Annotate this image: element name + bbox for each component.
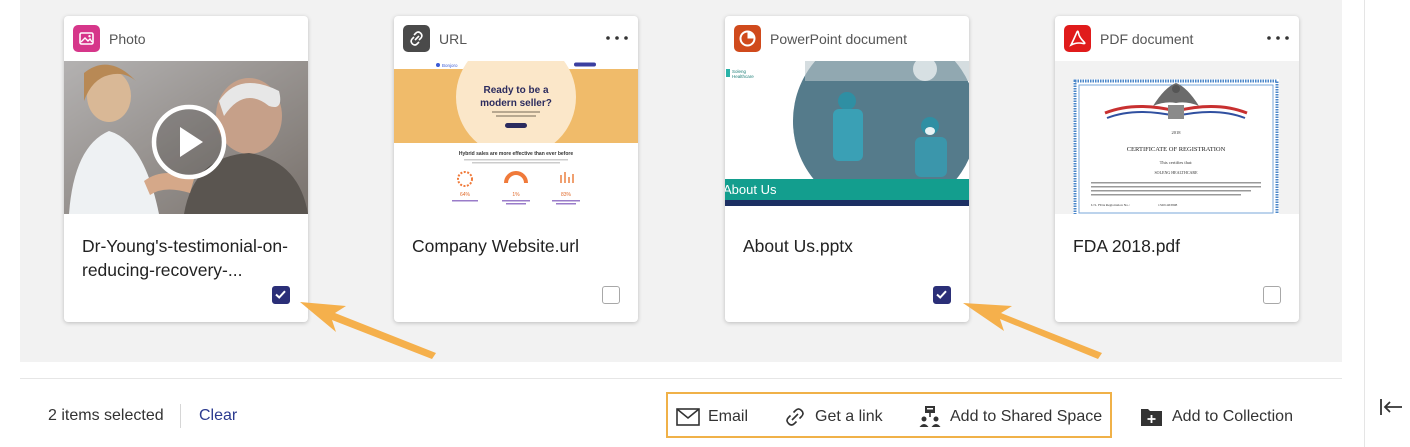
pptx-banner: About Us [725,182,777,197]
get-link-label: Get a link [815,408,883,425]
clear-selection-link[interactable]: Clear [199,407,237,425]
divider [180,404,181,428]
card-header: PDF document [1055,16,1299,61]
site-stat: 1% [512,192,520,198]
email-button[interactable]: Email [676,404,748,430]
image-icon [73,25,100,52]
site-logo: Bonjoro [442,63,458,68]
site-stat: 83% [561,192,572,198]
card-powerpoint[interactable]: PowerPoint document Soleng Healthcare Ab… [725,16,969,322]
card-type-label: PowerPoint document [770,31,907,47]
card-title[interactable]: About Us.pptx [743,234,955,258]
card-title[interactable]: FDA 2018.pdf [1073,234,1285,258]
card-checkbox[interactable] [933,286,951,304]
checkmark-icon [275,290,286,299]
card-url[interactable]: URL Bonjoro Ready to be a modern seller? [394,16,638,322]
email-label: Email [708,408,749,425]
card-checkbox[interactable] [602,286,620,304]
collapse-panel-icon[interactable] [1378,396,1404,418]
card-title[interactable]: Company Website.url [412,234,624,258]
pdf-thumbnail[interactable]: 2018 CERTIFICATE OF REGISTRATION This ce… [1055,61,1299,214]
card-pdf[interactable]: PDF document 2018 CERTIFICATE OF REGISTR… [1055,16,1299,322]
pdf-year: 2018 [1172,130,1182,135]
card-header: URL [394,16,638,61]
website-thumbnail[interactable]: Bonjoro Ready to be a modern seller? Hyb… [394,61,638,214]
site-headline-2: modern seller? [480,98,552,109]
selected-count: 2 items selected [48,407,164,424]
card-title[interactable]: Dr-Young's-testimonial-on-reducing-recov… [82,234,294,282]
pdf-heading: CERTIFICATE OF REGISTRATION [1127,146,1226,153]
powerpoint-icon [734,25,761,52]
right-rail [1364,0,1410,447]
pdf-icon [1064,25,1091,52]
add-to-collection-label: Add to Collection [1172,408,1293,425]
more-options-icon[interactable] [604,28,630,48]
pptx-logo-sub: Healthcare [732,74,754,79]
card-checkbox[interactable] [272,286,290,304]
card-header: Photo [64,16,308,61]
pdf-reg-label: U.S. FDA Registration No.: [1091,203,1130,207]
site-stat: 64% [460,192,471,198]
site-headline-1: Ready to be a [483,85,548,96]
card-type-label: PDF document [1100,31,1194,47]
site-subhead: Hybrid sales are more effective than eve… [459,151,573,157]
card-checkbox[interactable] [1263,286,1281,304]
get-link-button[interactable]: Get a link [783,404,883,430]
card-photo[interactable]: Photo Dr-Young's-testimonial-on-reducing… [64,16,308,322]
add-to-collection-button[interactable]: Add to Collection [1140,404,1293,430]
pdf-reg-no: 13201463998 [1158,203,1178,207]
card-type-label: Photo [109,31,146,47]
pdf-line: SOLENG HEALTHCARE [1154,170,1198,175]
pdf-line: This certifies that: [1160,160,1193,165]
shared-space-label: Add to Shared Space [950,408,1103,425]
mail-icon [676,408,700,426]
link-icon [403,25,430,52]
more-options-icon[interactable] [1265,28,1291,48]
content-library-view: Photo Dr-Young's-testimonial-on-reducing… [0,0,1410,447]
card-header: PowerPoint document [725,16,969,61]
link-icon [786,408,804,426]
add-to-shared-space-button[interactable]: Add to Shared Space [918,404,1102,430]
presentation-thumbnail[interactable]: Soleng Healthcare About Us [725,61,969,214]
video-thumbnail[interactable] [64,61,308,214]
shared-space-icon [919,406,941,427]
card-type-label: URL [439,31,468,47]
checkmark-icon [936,290,947,299]
folder-plus-icon [1141,409,1162,426]
